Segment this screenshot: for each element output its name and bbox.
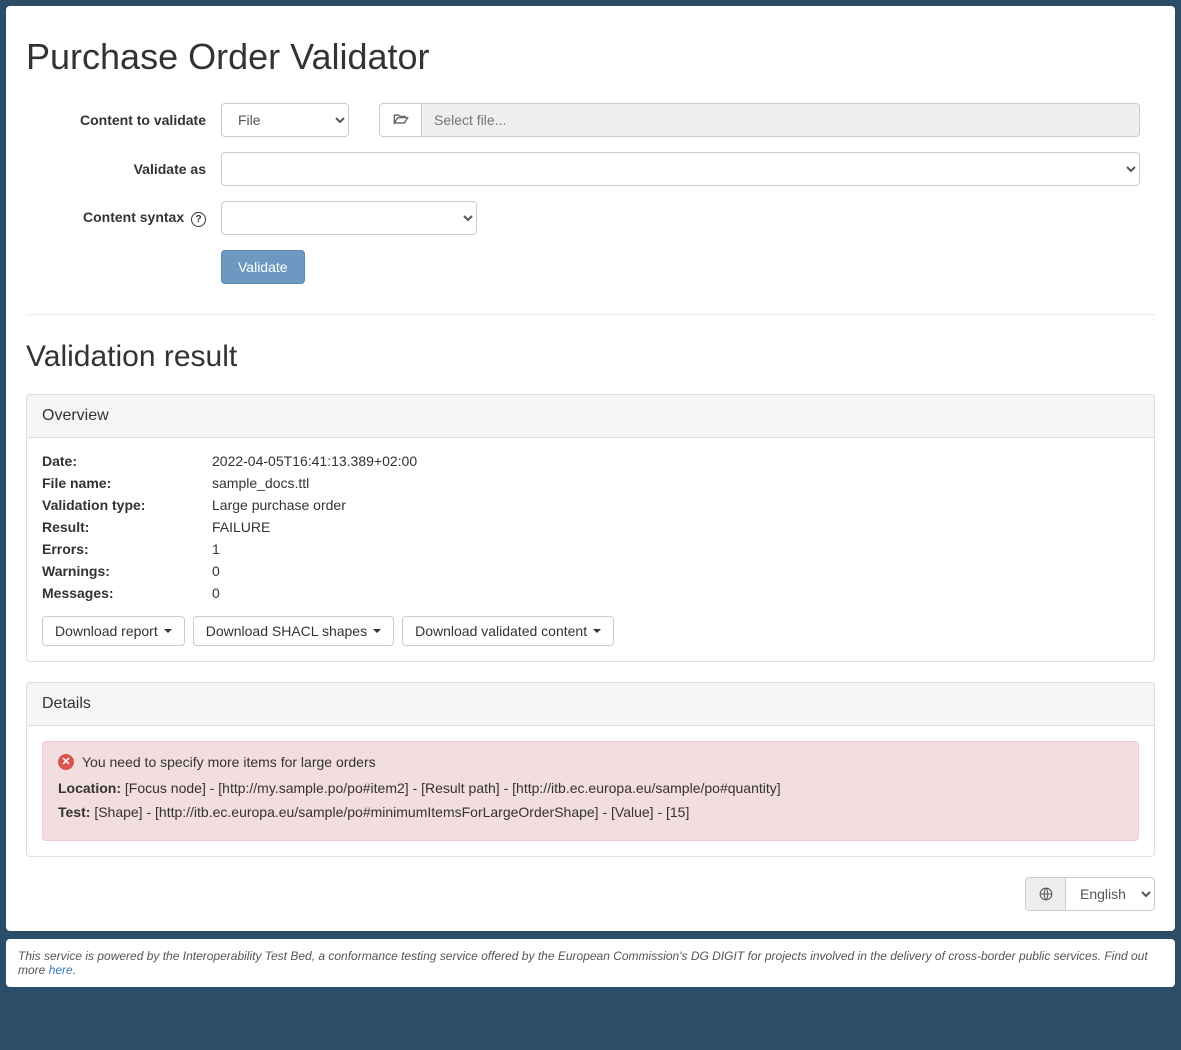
details-panel: Details ✕ You need to specify more items… xyxy=(26,682,1155,857)
overview-row-filename: File name: sample_docs.ttl xyxy=(42,475,1139,491)
warnings-label: Warnings: xyxy=(42,563,212,579)
file-select-group xyxy=(379,103,1140,137)
language-select[interactable]: English xyxy=(1066,878,1154,910)
overview-row-messages: Messages: 0 xyxy=(42,585,1139,601)
overview-header: Overview xyxy=(27,395,1154,438)
validate-as-select[interactable] xyxy=(221,152,1140,186)
error-location-value: [Focus node] - [http://my.sample.po/po#i… xyxy=(125,780,781,796)
error-item: ✕ You need to specify more items for lar… xyxy=(42,741,1139,841)
result-label: Result: xyxy=(42,519,212,535)
content-to-validate-row: Content to validate File xyxy=(41,103,1140,137)
overview-row-errors: Errors: 1 xyxy=(42,541,1139,557)
error-message-row: ✕ You need to specify more items for lar… xyxy=(58,754,1123,770)
filename-label: File name: xyxy=(42,475,212,491)
footer-text: This service is powered by the Interoper… xyxy=(18,949,1148,977)
validation-type-label: Validation type: xyxy=(42,497,212,513)
footer-note: This service is powered by the Interoper… xyxy=(6,939,1175,987)
messages-value: 0 xyxy=(212,585,220,601)
download-buttons: Download report Download SHACL shapes Do… xyxy=(42,616,1139,646)
filename-value: sample_docs.ttl xyxy=(212,475,309,491)
overview-row-warnings: Warnings: 0 xyxy=(42,563,1139,579)
download-report-button[interactable]: Download report xyxy=(42,616,185,646)
date-value: 2022-04-05T16:41:13.389+02:00 xyxy=(212,453,417,469)
warnings-value: 0 xyxy=(212,563,220,579)
content-syntax-select[interactable] xyxy=(221,201,477,235)
footer-suffix: . xyxy=(73,963,76,977)
error-test-value: [Shape] - [http://itb.ec.europa.eu/sampl… xyxy=(94,804,689,820)
globe-icon xyxy=(1026,878,1066,910)
divider xyxy=(26,314,1155,315)
date-label: Date: xyxy=(42,453,212,469)
help-icon[interactable]: ? xyxy=(191,212,206,227)
overview-row-type: Validation type: Large purchase order xyxy=(42,497,1139,513)
validate-button[interactable]: Validate xyxy=(221,250,305,284)
validation-result-heading: Validation result xyxy=(26,340,1155,374)
result-value: FAILURE xyxy=(212,519,270,535)
error-location-row: Location: [Focus node] - [http://my.samp… xyxy=(58,780,1123,796)
validate-as-label: Validate as xyxy=(41,161,221,177)
content-syntax-label: Content syntax ? xyxy=(41,209,221,228)
download-content-button[interactable]: Download validated content xyxy=(402,616,614,646)
details-header: Details xyxy=(27,683,1154,726)
footer-link[interactable]: here xyxy=(49,963,73,977)
error-location-label: Location: xyxy=(58,780,121,796)
caret-down-icon xyxy=(373,629,381,633)
content-syntax-row: Content syntax ? xyxy=(41,201,1140,235)
error-message: You need to specify more items for large… xyxy=(82,754,376,770)
file-browse-button[interactable] xyxy=(379,103,421,137)
errors-label: Errors: xyxy=(42,541,212,557)
error-test-row: Test: [Shape] - [http://itb.ec.europa.eu… xyxy=(58,804,1123,820)
caret-down-icon xyxy=(593,629,601,633)
validate-as-row: Validate as xyxy=(41,152,1140,186)
validation-form: Content to validate File xyxy=(26,103,1155,284)
overview-panel: Overview Date: 2022-04-05T16:41:13.389+0… xyxy=(26,394,1155,662)
validation-type-value: Large purchase order xyxy=(212,497,346,513)
error-test-label: Test: xyxy=(58,804,90,820)
overview-row-result: Result: FAILURE xyxy=(42,519,1139,535)
file-select-input[interactable] xyxy=(421,103,1140,137)
messages-label: Messages: xyxy=(42,585,212,601)
language-row: English xyxy=(26,877,1155,911)
page-title: Purchase Order Validator xyxy=(26,36,1155,78)
content-to-validate-select[interactable]: File xyxy=(221,103,349,137)
error-icon: ✕ xyxy=(58,754,74,770)
errors-value: 1 xyxy=(212,541,220,557)
content-to-validate-label: Content to validate xyxy=(41,112,221,128)
language-group: English xyxy=(1025,877,1155,911)
folder-open-icon xyxy=(393,112,409,129)
caret-down-icon xyxy=(164,629,172,633)
validate-button-row: Validate xyxy=(41,250,1140,284)
download-shapes-button[interactable]: Download SHACL shapes xyxy=(193,616,394,646)
overview-row-date: Date: 2022-04-05T16:41:13.389+02:00 xyxy=(42,453,1139,469)
